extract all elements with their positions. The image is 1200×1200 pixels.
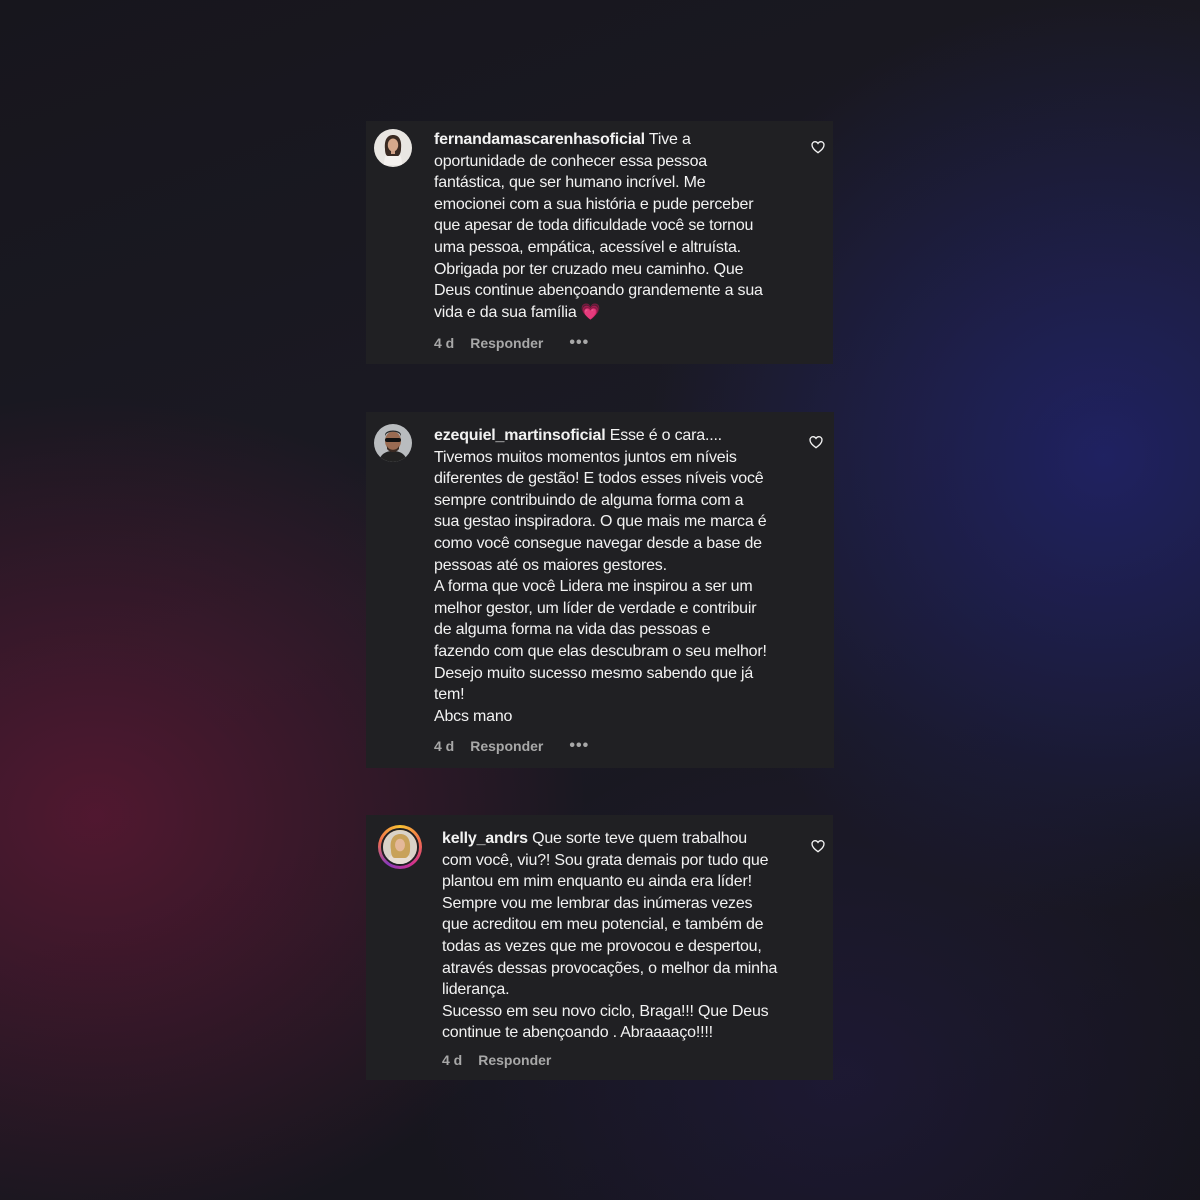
man-avatar-icon [374, 424, 412, 462]
comment-time: 4 d [434, 335, 455, 351]
avatar[interactable] [374, 424, 412, 462]
woman-avatar-icon [374, 129, 412, 167]
like-heart-icon[interactable] [810, 139, 826, 155]
comment-meta: 4 d Responder ••• [434, 335, 589, 352]
avatar[interactable] [374, 129, 412, 167]
comment-card: ezequiel_martinsoficial Esse é o cara...… [366, 412, 834, 768]
comment-username[interactable]: ezequiel_martinsoficial [434, 427, 606, 444]
comment-meta: 4 d Responder ••• [434, 738, 589, 755]
comment-text: Que sorte teve quem trabalhou com você, … [442, 830, 778, 1042]
avatar-image [381, 828, 419, 866]
comment-time: 4 d [442, 1052, 463, 1068]
reply-button[interactable]: Responder [470, 335, 543, 351]
comment-body: kelly_andrs Que sorte teve quem trabalho… [442, 828, 822, 1044]
heart-emoji: 💗 [580, 303, 601, 321]
comment-text: Tive a oportunidade de conhecer essa pes… [434, 131, 763, 321]
comment-username[interactable]: kelly_andrs [442, 830, 528, 847]
comment-card: kelly_andrs Que sorte teve quem trabalho… [366, 815, 833, 1080]
comment-body: ezequiel_martinsoficial Esse é o cara...… [434, 425, 819, 727]
comment-time: 4 d [434, 738, 455, 754]
reply-button[interactable]: Responder [470, 738, 543, 754]
comment-text: Esse é o cara.... Tivemos muitos momento… [434, 427, 767, 725]
like-heart-icon[interactable] [810, 838, 826, 854]
reply-button[interactable]: Responder [478, 1052, 551, 1068]
more-options-button[interactable]: ••• [569, 738, 589, 754]
woman-avatar-icon [383, 830, 417, 864]
comment-card: fernandamascarenhasoficial Tive a oportu… [366, 121, 833, 364]
comment-username[interactable]: fernandamascarenhasoficial [434, 131, 645, 148]
like-heart-icon[interactable] [808, 434, 824, 450]
avatar[interactable] [378, 825, 422, 869]
more-options-button[interactable]: ••• [569, 335, 589, 351]
comment-body: fernandamascarenhasoficial Tive a oportu… [434, 129, 814, 323]
comment-meta: 4 d Responder [442, 1052, 551, 1068]
